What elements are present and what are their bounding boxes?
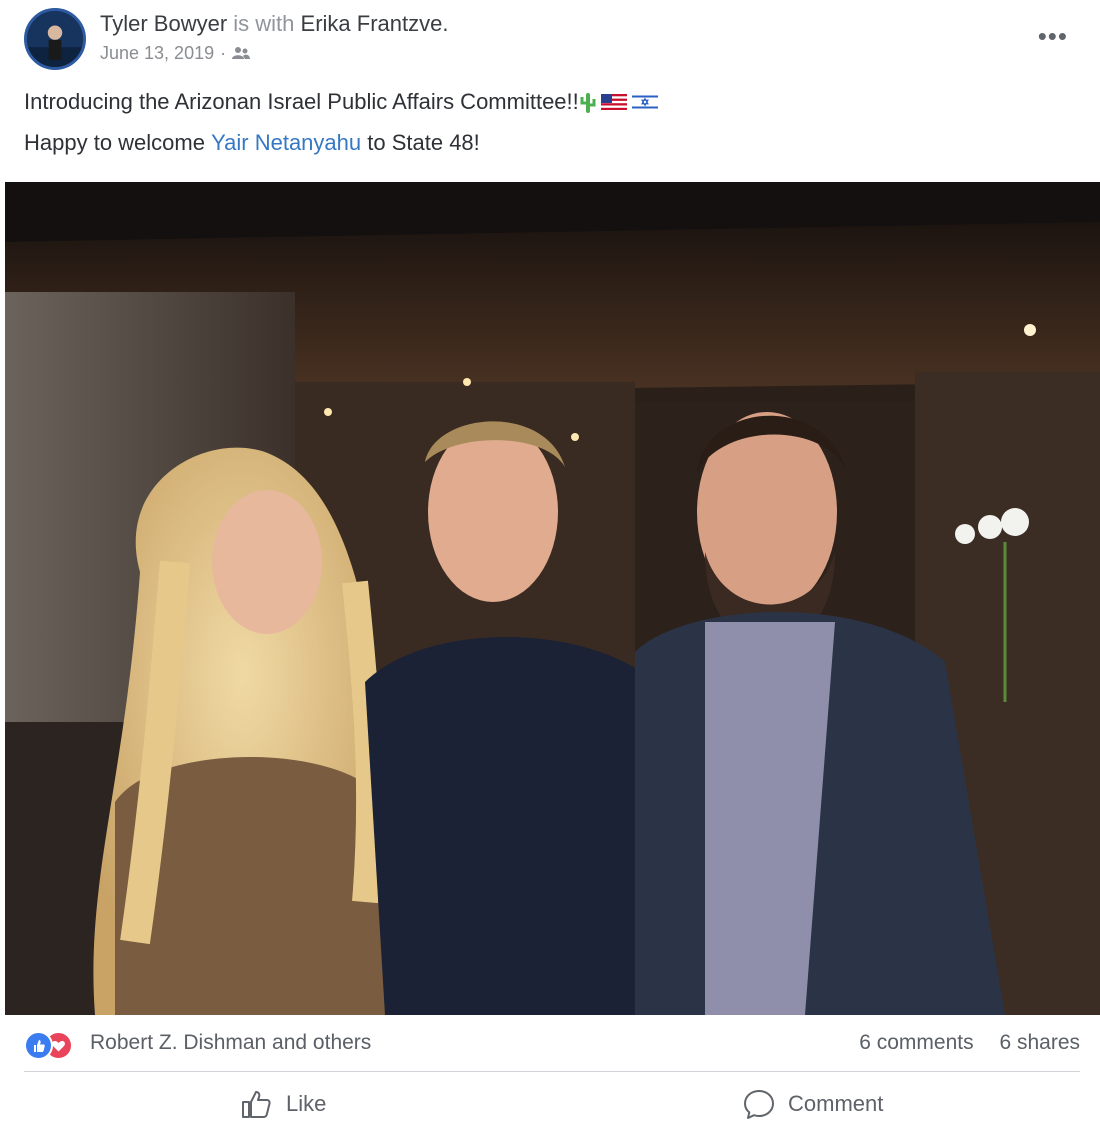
mention-link[interactable]: Yair Netanyahu bbox=[211, 129, 361, 157]
post-meta: June 13, 2019 · bbox=[100, 42, 251, 64]
like-button[interactable]: Like bbox=[240, 1084, 326, 1124]
action-divider bbox=[24, 1071, 1080, 1072]
with-text: is with bbox=[233, 11, 295, 36]
reactions-summary[interactable]: Robert Z. Dishman and others bbox=[24, 1028, 371, 1060]
more-options-button[interactable]: ••• bbox=[1038, 23, 1068, 49]
reactors-text[interactable]: Robert Z. Dishman and others bbox=[90, 1031, 371, 1055]
author-avatar[interactable] bbox=[24, 8, 86, 70]
post-text: Introducing the Arizonan Israel Public A… bbox=[24, 88, 658, 170]
friends-icon[interactable] bbox=[232, 46, 251, 60]
like-icon bbox=[24, 1031, 53, 1060]
us-flag-icon bbox=[600, 94, 627, 110]
reaction-icons bbox=[24, 1029, 80, 1060]
thumbs-up-icon bbox=[242, 1091, 271, 1118]
post-line-1: Introducing the Arizonan Israel Public A… bbox=[24, 88, 658, 116]
author-name-link[interactable]: Tyler Bowyer bbox=[100, 11, 227, 36]
tagged-user-link[interactable]: Erika Frantzve. bbox=[301, 11, 449, 36]
post-line-2-before: Happy to welcome bbox=[24, 130, 205, 155]
post-line-1-text: Introducing the Arizonan Israel Public A… bbox=[24, 89, 579, 114]
shares-count-link[interactable]: 6 shares bbox=[999, 1031, 1080, 1054]
israel-flag-icon bbox=[631, 94, 658, 110]
author-line: Tyler Bowyer is with Erika Frantzve. bbox=[100, 10, 448, 38]
comment-button[interactable]: Comment bbox=[742, 1084, 883, 1124]
engagement-counts: 6 comments 6 shares bbox=[839, 1031, 1080, 1055]
meta-separator: · bbox=[220, 43, 227, 63]
post-photo[interactable] bbox=[5, 182, 1100, 1015]
post-date-link[interactable]: June 13, 2019 bbox=[100, 42, 214, 64]
post-line-2-after: to State 48! bbox=[367, 130, 480, 155]
cactus-icon bbox=[580, 93, 596, 113]
comment-bubble-icon bbox=[744, 1090, 774, 1119]
like-button-label: Like bbox=[286, 1091, 327, 1116]
facebook-post: Tyler Bowyer is with Erika Frantzve. Jun… bbox=[0, 0, 1100, 1143]
post-line-2: Happy to welcome Yair Netanyahu to State… bbox=[24, 129, 658, 157]
comment-button-label: Comment bbox=[788, 1091, 884, 1116]
comments-count-link[interactable]: 6 comments bbox=[859, 1031, 973, 1054]
